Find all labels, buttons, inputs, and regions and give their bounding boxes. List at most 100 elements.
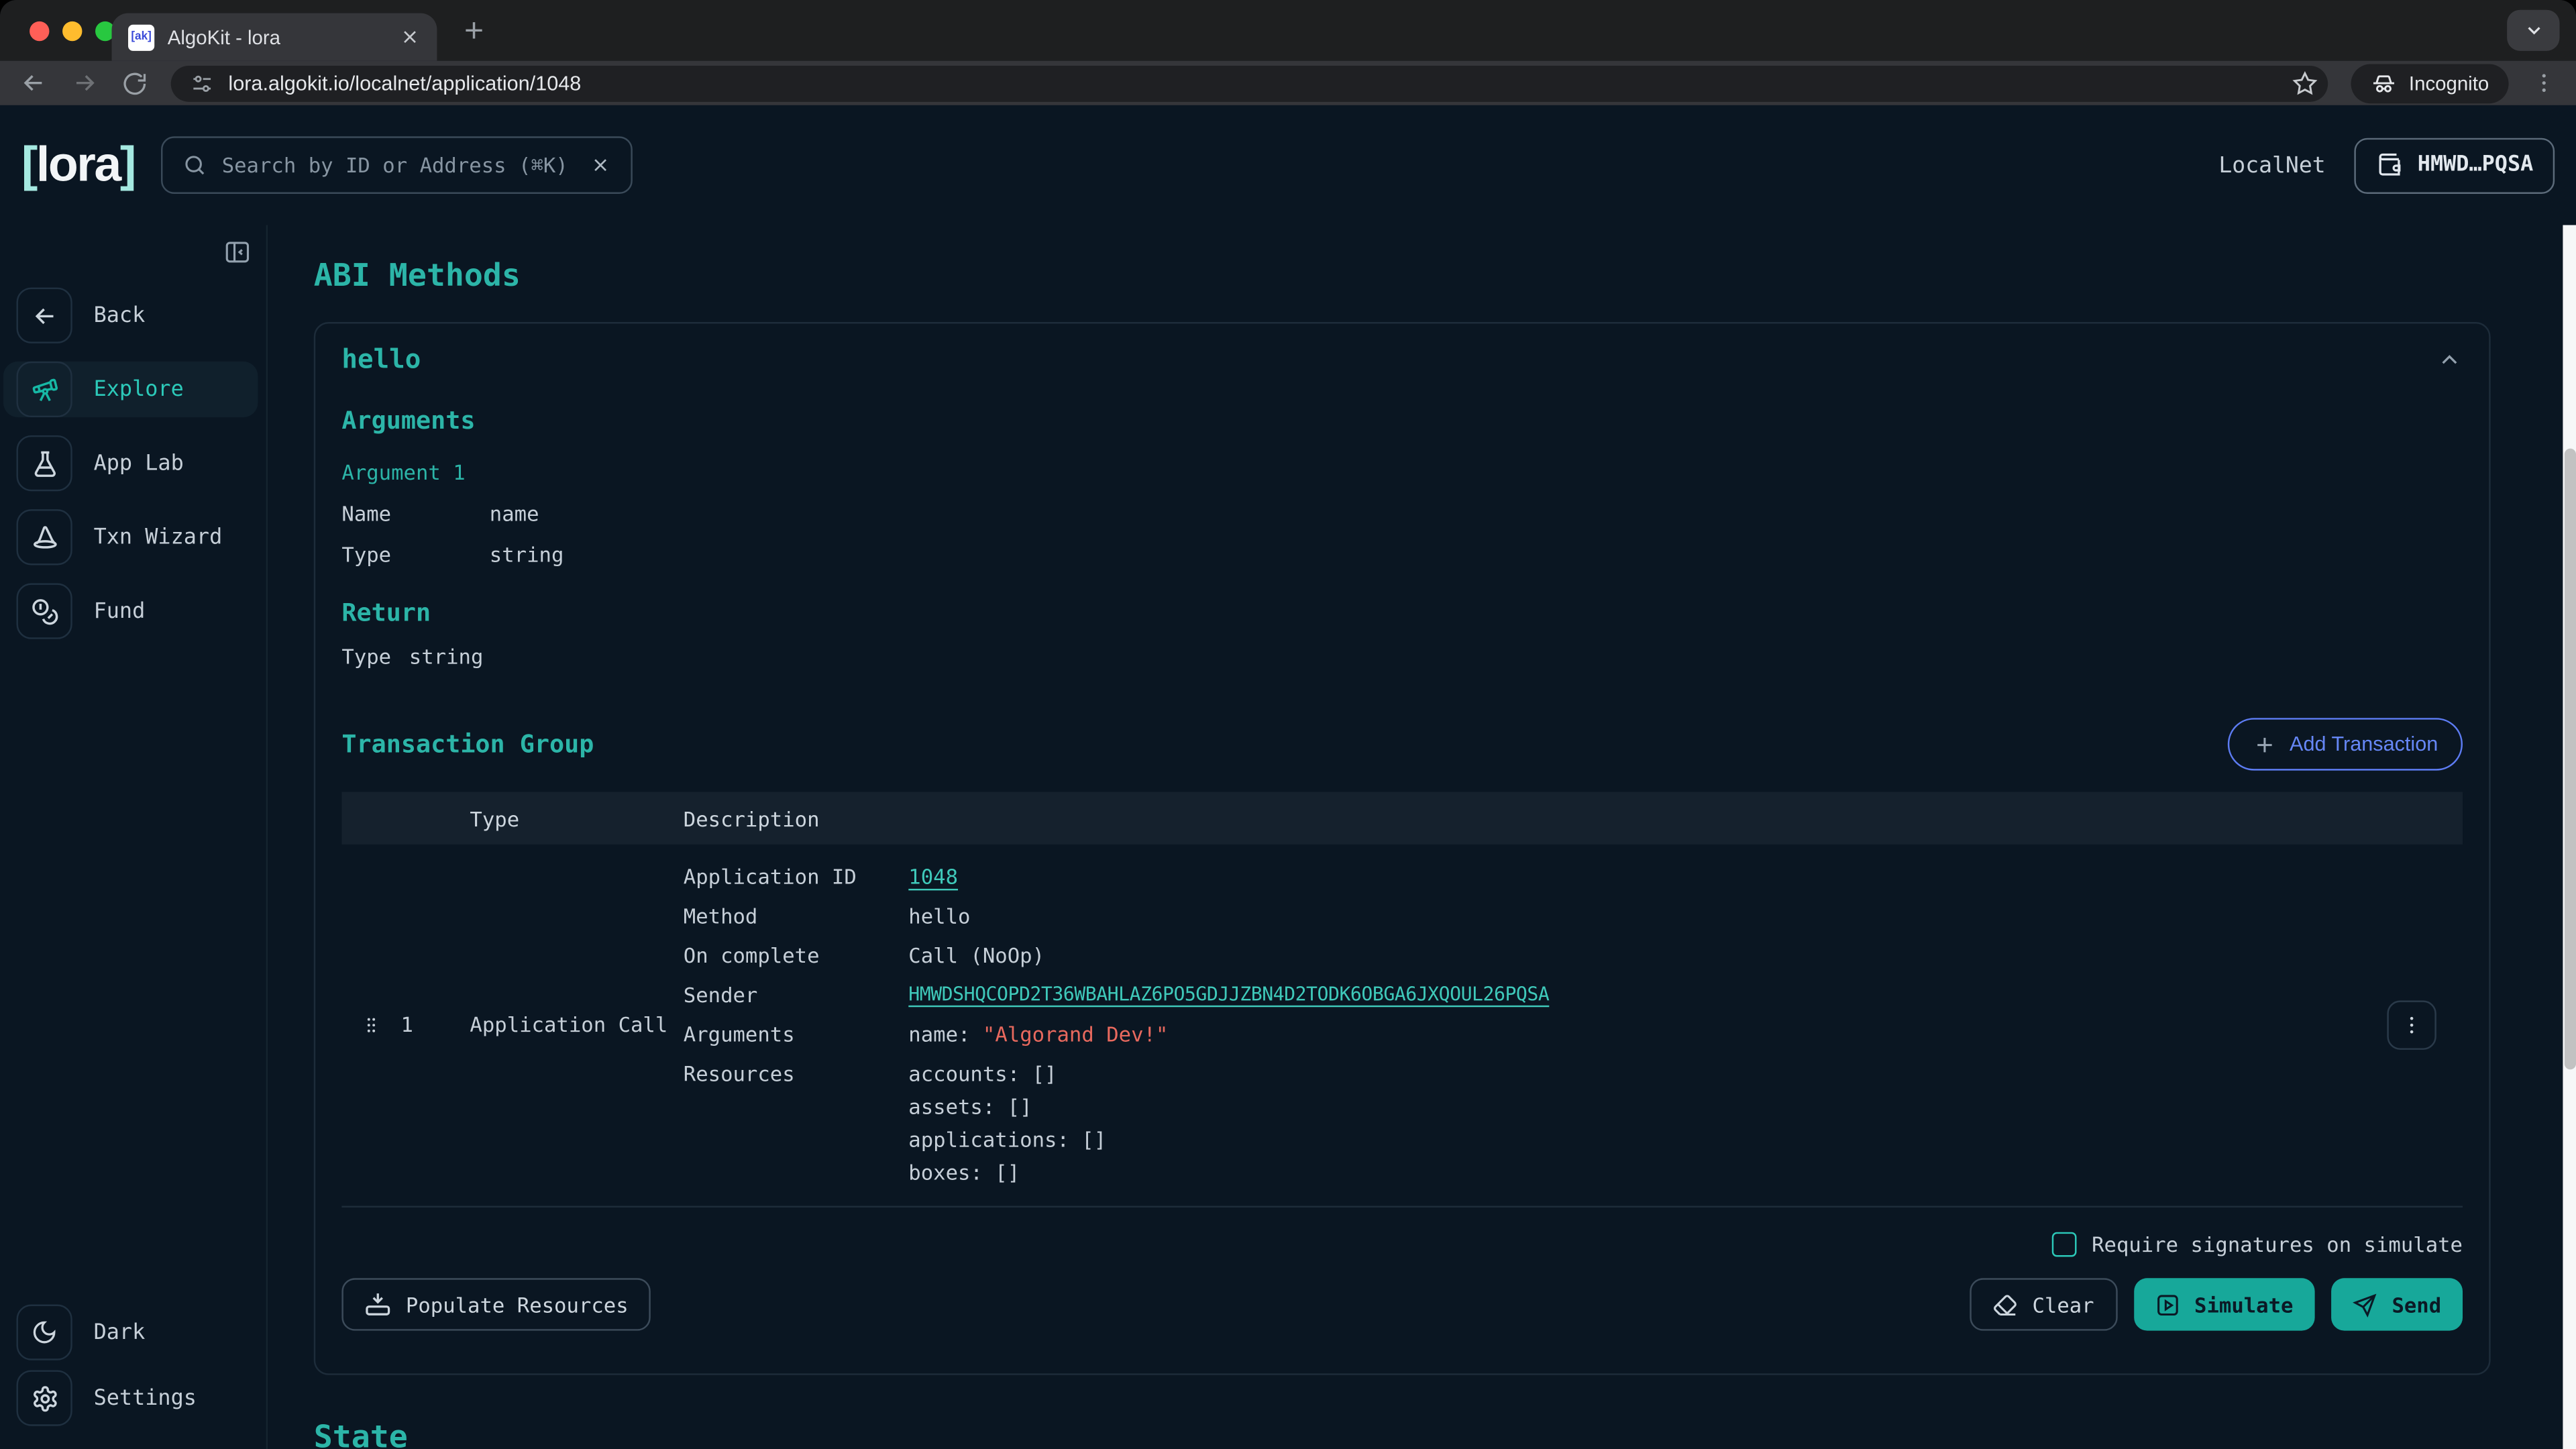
lora-logo[interactable]: [lora]	[21, 137, 135, 193]
sidebar-item-label: Explore	[94, 377, 184, 402]
on-complete-value: Call (NoOp)	[908, 943, 2347, 968]
eraser-icon	[1993, 1292, 2018, 1317]
argument-type-value: string	[490, 542, 564, 567]
row-index: 1	[401, 1012, 413, 1037]
argument-1-label: Argument 1	[341, 460, 2463, 485]
macos-traffic-lights	[30, 21, 115, 41]
argument-type-label: Type	[341, 542, 489, 567]
argument-key: name:	[908, 1022, 970, 1046]
wallet-button[interactable]: HMWD…PQSA	[2353, 137, 2555, 193]
scrollbar-thumb[interactable]	[2564, 449, 2575, 1070]
sidebar-item-explore[interactable]: Explore	[3, 362, 258, 417]
search-placeholder: Search by ID or Address (⌘K)	[222, 153, 576, 178]
incognito-badge: Incognito	[2351, 63, 2508, 103]
transaction-group-heading: Transaction Group	[341, 729, 594, 759]
sidebar-item-txn-wizard[interactable]: Txn Wizard	[3, 509, 258, 565]
gear-icon	[16, 1370, 72, 1426]
argument-name-row: Name name	[341, 501, 2463, 526]
sidebar-item-label: Fund	[94, 599, 146, 624]
populate-resources-button[interactable]: Populate Resources	[341, 1278, 651, 1330]
field-label: Resources	[684, 1061, 909, 1185]
add-transaction-button[interactable]: Add Transaction	[2227, 718, 2463, 770]
table-row[interactable]: 1 Application Call Application ID 1048 M…	[341, 845, 2463, 1208]
chevron-up-icon[interactable]	[2436, 346, 2463, 372]
main-panel: ABI Methods hello Arguments Argument 1 N…	[268, 225, 2576, 1449]
sidebar-item-app-lab[interactable]: App Lab	[3, 435, 258, 491]
sidebar-item-label: Settings	[94, 1386, 197, 1411]
site-settings-icon[interactable]	[191, 72, 213, 95]
field-method: Method hello	[684, 904, 2348, 928]
require-signatures-checkbox[interactable]	[2052, 1232, 2077, 1257]
incognito-icon	[2371, 70, 2398, 96]
download-tray-icon	[365, 1291, 391, 1318]
simulate-button[interactable]: Simulate	[2133, 1278, 2314, 1330]
field-label: Arguments	[684, 1022, 909, 1046]
logo-bracket-open: [	[21, 137, 36, 191]
search-clear-icon[interactable]	[590, 154, 611, 176]
argument-value: "Algorand Dev!"	[983, 1022, 1168, 1046]
tab-close-icon[interactable]	[399, 26, 421, 48]
wallet-address: HMWD…PQSA	[2418, 153, 2534, 178]
app-header: [lora] Search by ID or Address (⌘K) Loca…	[0, 105, 2576, 225]
moon-icon	[16, 1304, 72, 1360]
reload-icon[interactable]	[121, 70, 148, 96]
browser-tab[interactable]: [ak] AlgoKit - lora	[112, 13, 437, 61]
browser-window: [ak] AlgoKit - lora lora.algokit.io/l	[0, 0, 2576, 1449]
abi-method-card: hello Arguments Argument 1 Name name Typ…	[314, 322, 2491, 1375]
sidebar-item-label: App Lab	[94, 451, 184, 476]
col-description: Description	[684, 806, 909, 830]
return-type-row: Type string	[341, 644, 2463, 669]
sidebar-item-back[interactable]: Back	[3, 288, 258, 343]
row-menu-button[interactable]	[2387, 1000, 2436, 1049]
sidebar-collapse-icon[interactable]	[223, 238, 252, 266]
sender-address-link[interactable]: HMWDSHQCOPD2T36WBAHLAZ6PO5GDJJZBN4D2TODK…	[908, 982, 1549, 1005]
simulate-label: Simulate	[2194, 1292, 2293, 1317]
minimize-window-button[interactable]	[62, 21, 82, 41]
browser-tabstrip: [ak] AlgoKit - lora	[0, 0, 2576, 61]
bookmark-star-icon[interactable]	[2292, 70, 2318, 96]
back-icon[interactable]	[19, 69, 48, 97]
wizard-hat-icon	[16, 509, 72, 565]
network-selector[interactable]: LocalNet	[2218, 152, 2325, 178]
field-label: Sender	[684, 982, 909, 1007]
flask-icon	[16, 435, 72, 491]
transaction-table: Type Description 1 Application Call	[341, 792, 2463, 1208]
return-type-label: Type	[341, 644, 409, 669]
search-input[interactable]: Search by ID or Address (⌘K)	[161, 136, 633, 194]
tab-search-chevron-button[interactable]	[2507, 10, 2559, 51]
drag-handle-icon[interactable]	[362, 1013, 381, 1036]
send-icon	[2353, 1292, 2377, 1317]
return-heading: Return	[341, 598, 2463, 627]
send-label: Send	[2392, 1292, 2441, 1317]
send-button[interactable]: Send	[2331, 1278, 2463, 1330]
field-label: On complete	[684, 943, 909, 968]
resource-applications: applications: []	[908, 1127, 2347, 1152]
coins-icon	[16, 583, 72, 639]
txn-type: Application Call	[470, 1012, 683, 1037]
page-title: ABI Methods	[314, 258, 2491, 294]
application-id-link[interactable]: 1048	[908, 864, 958, 889]
method-value: hello	[908, 904, 2347, 928]
search-icon	[182, 153, 207, 178]
browser-menu-icon[interactable]	[2532, 70, 2557, 95]
new-tab-button[interactable]	[460, 16, 488, 44]
field-label: Application ID	[684, 864, 909, 889]
url-text[interactable]: lora.algokit.io/localnet/application/104…	[228, 72, 2277, 95]
resource-accounts: accounts: []	[908, 1061, 2347, 1086]
address-bar[interactable]: lora.algokit.io/localnet/application/104…	[171, 65, 2328, 101]
sidebar-item-fund[interactable]: Fund	[3, 583, 258, 639]
close-window-button[interactable]	[30, 21, 49, 41]
clear-button[interactable]: Clear	[1970, 1278, 2117, 1330]
sidebar-item-theme-toggle[interactable]: Dark	[3, 1304, 258, 1360]
sidebar-item-settings[interactable]: Settings	[3, 1370, 258, 1426]
table-header: Type Description	[341, 792, 2463, 844]
forward-icon[interactable]	[70, 69, 99, 97]
field-label: Method	[684, 904, 909, 928]
plus-icon	[2252, 732, 2277, 757]
argument-name-value: name	[490, 501, 539, 526]
arrow-left-icon	[16, 288, 72, 343]
incognito-label: Incognito	[2409, 72, 2489, 95]
page-scrollbar[interactable]	[2563, 225, 2576, 1449]
arguments-heading: Arguments	[341, 406, 2463, 435]
sidebar-item-label: Txn Wizard	[94, 525, 223, 549]
